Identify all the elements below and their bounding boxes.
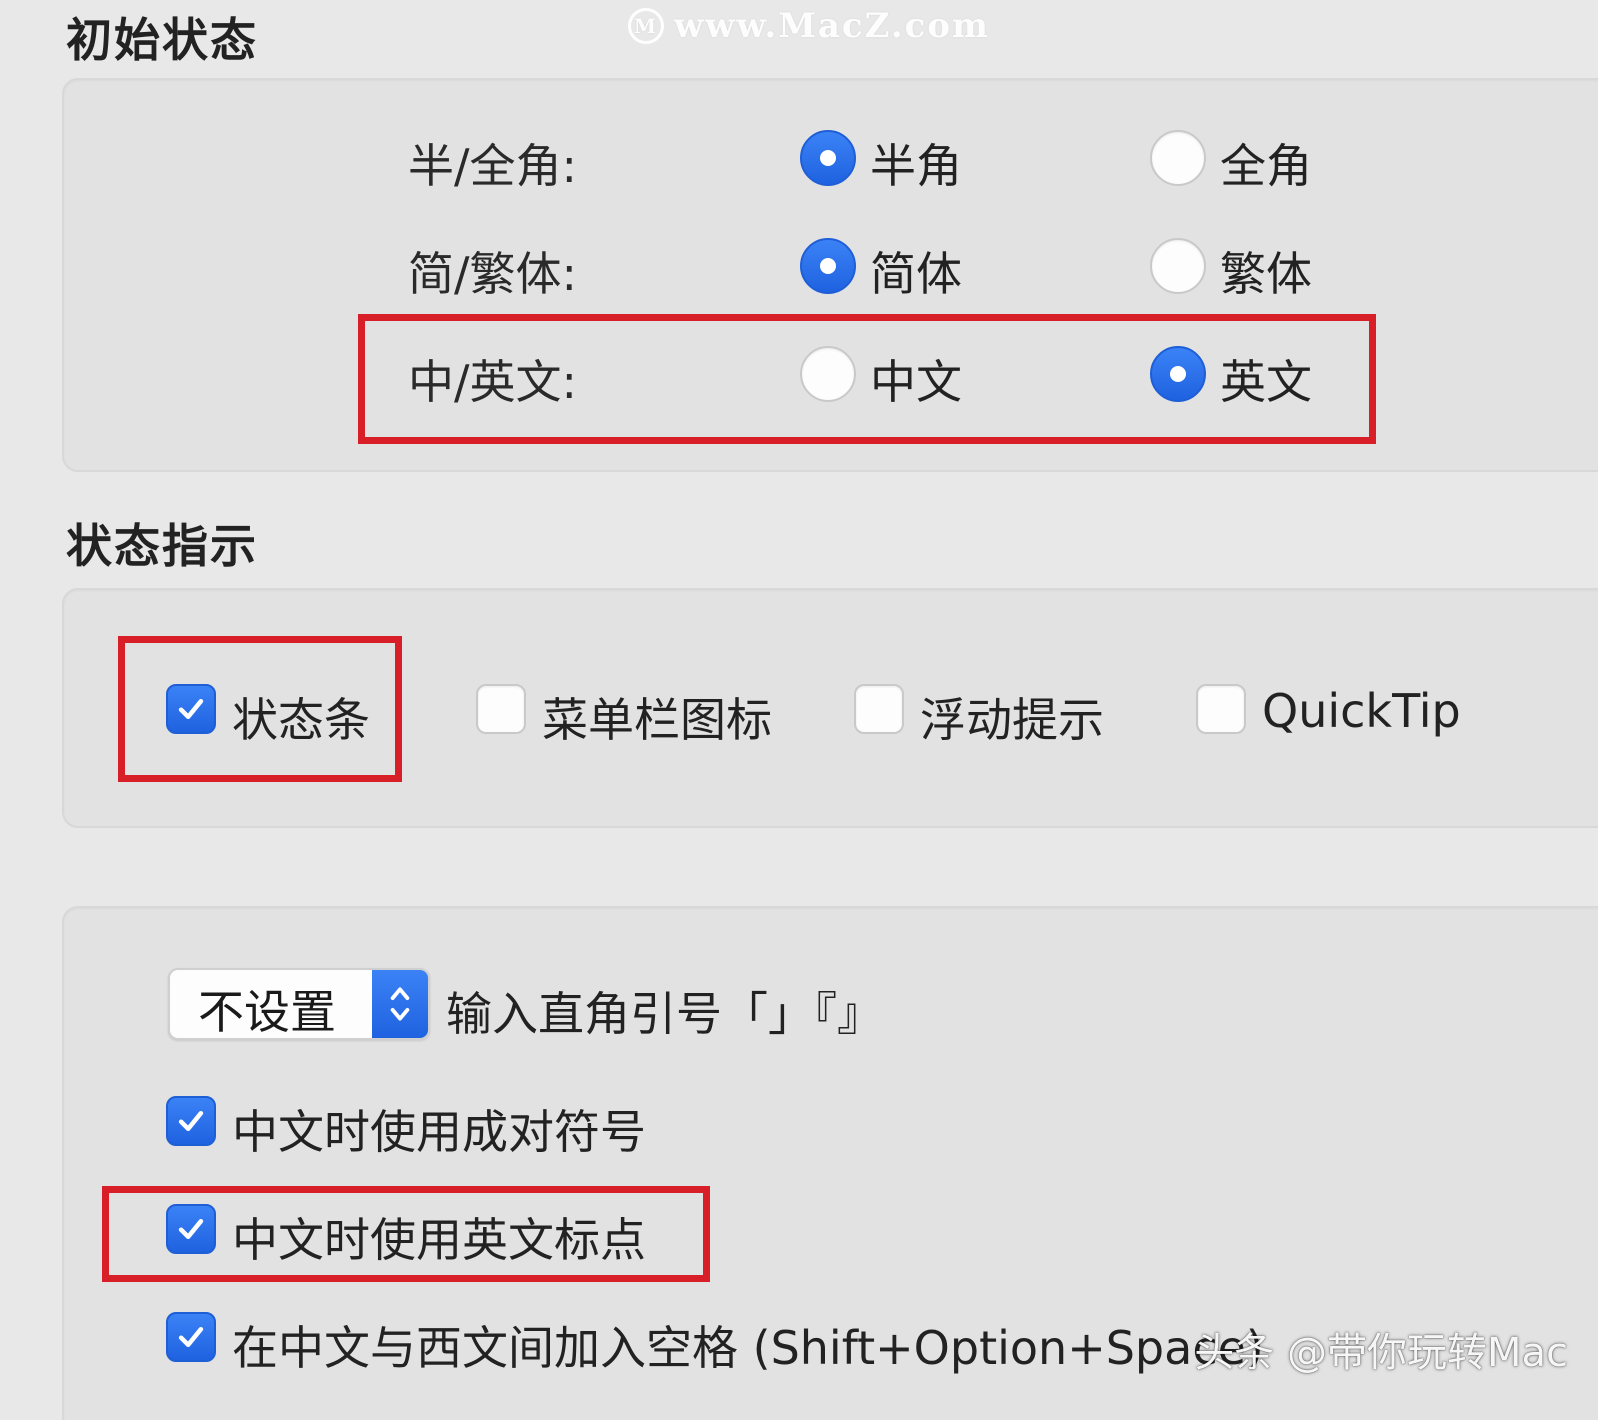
checkmark-icon: [178, 1110, 204, 1132]
quote-style-label: 输入直角引号「」『』: [446, 987, 883, 1041]
paired-symbols-label[interactable]: 中文时使用成对符号: [232, 1096, 646, 1162]
floating-hint-label[interactable]: 浮动提示: [920, 684, 1104, 750]
insert-space-checkbox[interactable]: [166, 1312, 216, 1362]
traditional-label[interactable]: 繁体: [1220, 238, 1312, 304]
quicktip-label[interactable]: QuickTip: [1262, 684, 1461, 738]
menubar-icon-label[interactable]: 菜单栏图标: [542, 684, 772, 750]
simplified-radio[interactable]: [800, 238, 856, 294]
fullwidth-label[interactable]: 全角: [1220, 130, 1312, 196]
site-watermark-text: www.MacZ.com: [674, 6, 991, 46]
traditional-radio[interactable]: [1150, 238, 1206, 294]
fullwidth-radio[interactable]: [1150, 130, 1206, 186]
quicktip-checkbox[interactable]: [1196, 684, 1246, 734]
width-row-label: 半/全角:: [408, 139, 577, 193]
status-indicator-title: 状态指示: [66, 519, 258, 573]
site-watermark: M www.MacZ.com: [628, 6, 990, 46]
up-down-chevron-icon: [390, 987, 410, 1021]
paired-symbols-checkbox[interactable]: [166, 1096, 216, 1146]
initial-state-title: 初始状态: [66, 13, 258, 67]
popup-stepper[interactable]: [372, 970, 428, 1038]
quote-style-popup[interactable]: 不设置: [168, 968, 430, 1040]
halfwidth-radio[interactable]: [800, 130, 856, 186]
simplified-label[interactable]: 简体: [870, 238, 962, 304]
highlight-box-status-bar: [118, 636, 402, 782]
menubar-icon-checkbox[interactable]: [476, 684, 526, 734]
halfwidth-label[interactable]: 半角: [870, 130, 962, 196]
quote-style-value: 不设置: [198, 985, 336, 1039]
insert-space-label[interactable]: 在中文与西文间加入空格 (Shift+Option+Space): [232, 1312, 1264, 1378]
script-row-label: 简/繁体:: [408, 247, 577, 301]
author-watermark: 头条 @带你玩转Mac: [1194, 1330, 1568, 1376]
highlight-box-english-punctuation: [102, 1186, 710, 1282]
floating-hint-checkbox[interactable]: [854, 684, 904, 734]
highlight-box-language: [358, 314, 1376, 444]
macz-logo-icon: M: [628, 8, 664, 44]
input-method-preferences: M www.MacZ.com 初始状态 半/全角: 半角 全角 简/繁体: 简体…: [0, 0, 1598, 1420]
checkmark-icon: [178, 1326, 204, 1348]
